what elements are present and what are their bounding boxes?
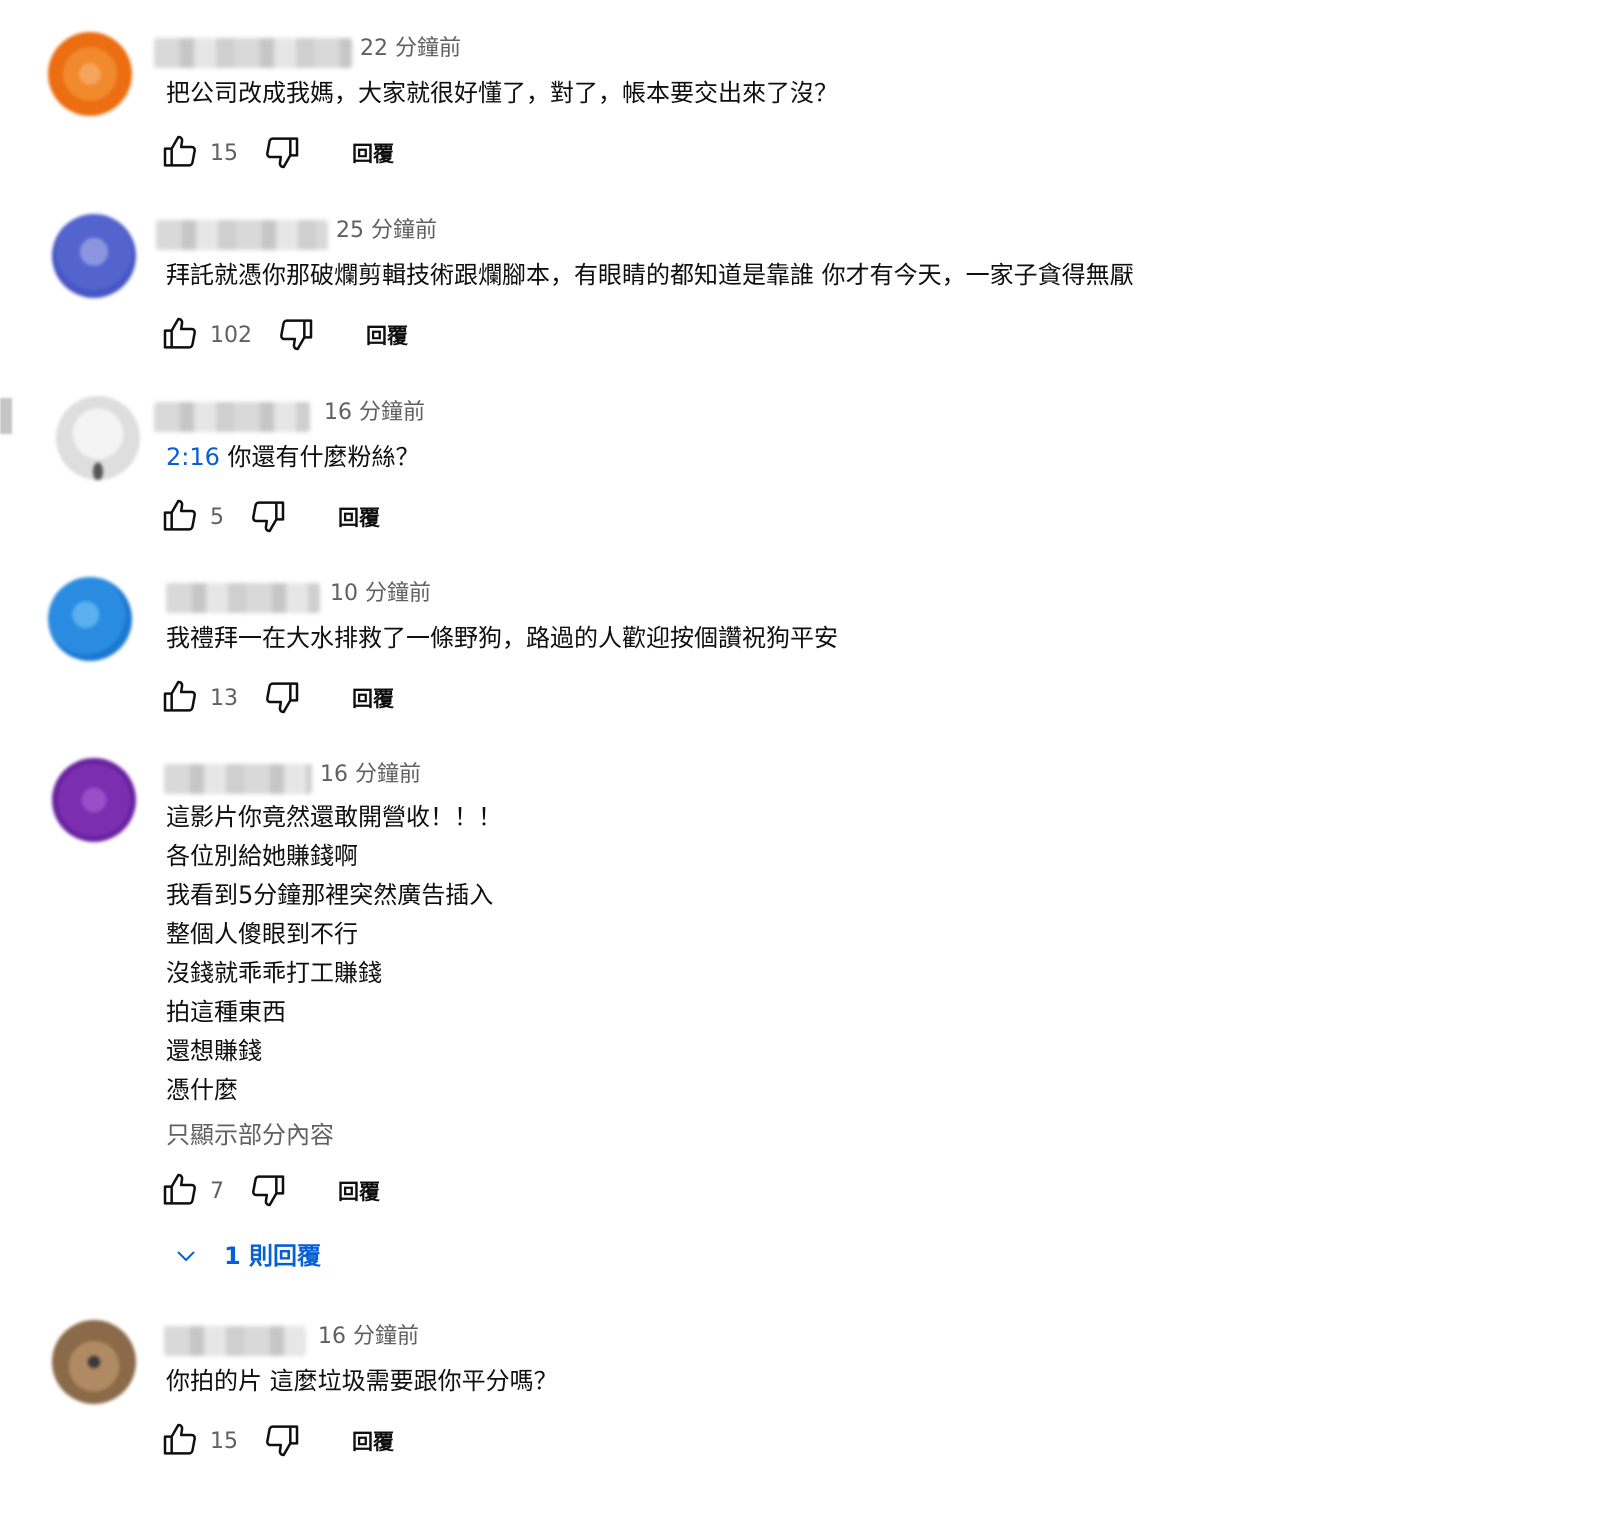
dislike-button[interactable]	[262, 1420, 302, 1464]
comment-line: 各位別給她賺錢啊	[166, 842, 358, 870]
reply-button[interactable]: 回覆	[366, 314, 408, 358]
thumbs-down-icon	[252, 501, 285, 533]
comment-actions: 15 回覆	[160, 1420, 560, 1464]
thumbs-down-icon	[280, 319, 313, 351]
comment-line: 拜託就憑你那破爛剪輯技術跟爛腳本，有眼睛的都知道是靠誰 你才有今天，一家子貪得無…	[166, 261, 1134, 289]
comment-time: 16 分鐘前	[318, 1324, 419, 1349]
comment-text: 拜託就憑你那破爛剪輯技術跟爛腳本，有眼睛的都知道是靠誰 你才有今天，一家子貪得無…	[166, 256, 1134, 295]
comment-actions: 5 回覆	[160, 496, 560, 540]
like-button[interactable]	[160, 132, 200, 176]
thumbs-up-icon	[163, 1423, 196, 1455]
like-count: 102	[210, 323, 252, 348]
replies-count-label: 1 則回覆	[224, 1242, 322, 1270]
thumbs-up-icon	[163, 680, 196, 712]
comment-line: 把公司改成我媽，大家就很好懂了，對了，帳本要交出來了沒？	[166, 79, 838, 107]
comment-text: 2:16 你還有什麼粉絲？	[166, 438, 420, 477]
reply-button[interactable]: 回覆	[352, 677, 394, 721]
reply-button[interactable]: 回覆	[338, 1170, 380, 1214]
thumbs-up-icon	[163, 1173, 196, 1205]
author-name-blurred[interactable]	[164, 1326, 306, 1356]
thumbs-down-icon	[266, 137, 299, 169]
comment-actions: 102 回覆	[160, 314, 560, 358]
author-name-blurred[interactable]	[156, 220, 328, 250]
comment-line: 憑什麼	[166, 1076, 238, 1104]
dislike-button[interactable]	[248, 1170, 288, 1214]
like-button[interactable]	[160, 1170, 200, 1214]
thumbs-up-icon	[163, 135, 196, 167]
comment-line: 我看到5分鐘那裡突然廣告插入	[166, 881, 494, 909]
comment-time: 10 分鐘前	[330, 581, 431, 606]
comment-time: 16 分鐘前	[324, 400, 425, 425]
like-count: 15	[210, 141, 238, 166]
thumbs-down-icon	[266, 1425, 299, 1457]
comment-line: 你拍的片 這麼垃圾需要跟你平分嗎？	[166, 1367, 558, 1395]
avatar[interactable]	[48, 577, 132, 661]
dislike-button[interactable]	[262, 132, 302, 176]
chevron-down-icon	[177, 1251, 195, 1262]
author-name-blurred[interactable]	[166, 583, 320, 613]
thumbs-down-icon	[252, 1175, 285, 1207]
comment-time: 25 分鐘前	[336, 218, 437, 243]
avatar[interactable]	[52, 758, 136, 842]
thumbs-down-icon	[266, 682, 299, 714]
comment-text: 這影片你竟然還敢開營收！！！ 各位別給她賺錢啊 我看到5分鐘那裡突然廣告插入 整…	[166, 798, 502, 1110]
show-less-link[interactable]: 只顯示部分內容	[166, 1115, 334, 1150]
comment-actions: 15 回覆	[160, 132, 560, 176]
comment-line: 沒錢就乖乖打工賺錢	[166, 959, 382, 987]
dislike-button[interactable]	[276, 314, 316, 358]
like-button[interactable]	[160, 1420, 200, 1464]
comment-text: 把公司改成我媽，大家就很好懂了，對了，帳本要交出來了沒？	[166, 74, 838, 113]
comment-line: 我禮拜一在大水排救了一條野狗，路過的人歡迎按個讚祝狗平安	[166, 624, 838, 652]
comment-text: 我禮拜一在大水排救了一條野狗，路過的人歡迎按個讚祝狗平安	[166, 619, 838, 658]
like-count: 15	[210, 1429, 238, 1454]
avatar[interactable]	[52, 214, 136, 298]
thumbs-up-icon	[163, 499, 196, 531]
like-count: 13	[210, 686, 238, 711]
author-name-blurred[interactable]	[154, 402, 310, 432]
like-count: 7	[210, 1179, 224, 1204]
reply-button[interactable]: 回覆	[352, 1420, 394, 1464]
reply-button[interactable]: 回覆	[338, 496, 380, 540]
comment-line: 這影片你竟然還敢開營收！！！	[166, 803, 502, 831]
reply-button[interactable]: 回覆	[352, 132, 394, 176]
comment-line: 2:16 你還有什麼粉絲？	[166, 443, 420, 471]
comment-text: 你拍的片 這麼垃圾需要跟你平分嗎？	[166, 1362, 558, 1401]
comment-time: 16 分鐘前	[320, 762, 421, 787]
comment-actions: 7 回覆	[160, 1170, 560, 1214]
like-button[interactable]	[160, 314, 200, 358]
thumbs-up-icon	[163, 317, 196, 349]
comment-actions: 13 回覆	[160, 677, 560, 721]
author-name-blurred[interactable]	[164, 764, 312, 794]
dislike-button[interactable]	[262, 677, 302, 721]
comment-time: 22 分鐘前	[360, 36, 461, 61]
edge-artifact	[0, 398, 12, 434]
comment-line: 整個人傻眼到不行	[166, 920, 358, 948]
video-timestamp-link[interactable]: 2:16	[166, 443, 220, 471]
like-count: 5	[210, 505, 224, 530]
like-button[interactable]	[160, 496, 200, 540]
avatar[interactable]	[56, 396, 140, 480]
author-name-blurred[interactable]	[154, 38, 352, 68]
avatar[interactable]	[52, 1320, 136, 1404]
comment-line: 還想賺錢	[166, 1037, 262, 1065]
avatar[interactable]	[48, 32, 132, 116]
comment-line: 拍這種東西	[166, 998, 286, 1026]
like-button[interactable]	[160, 677, 200, 721]
dislike-button[interactable]	[248, 496, 288, 540]
